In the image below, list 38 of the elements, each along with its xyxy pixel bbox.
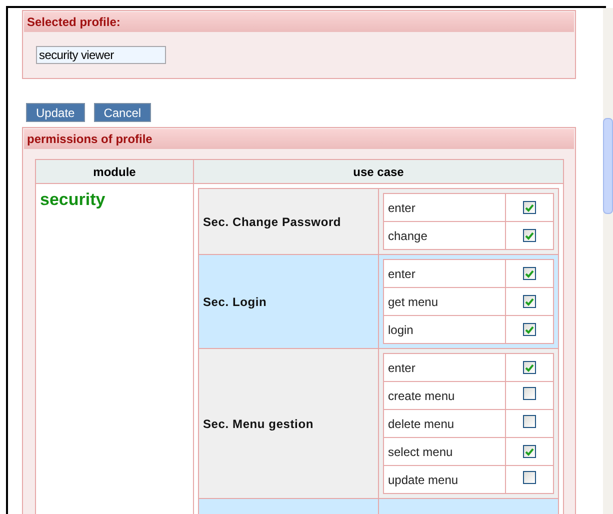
use-case-cell: Sec. Change Password [198, 188, 378, 254]
checkmark-icon [525, 364, 534, 372]
permission-cell: create menu [384, 382, 506, 410]
permission-cell: enter [384, 354, 506, 382]
action-button[interactable]: Cancel [94, 103, 152, 122]
checkbox[interactable] [523, 323, 536, 336]
permission-cell: get menu [384, 288, 506, 316]
profile-name-field[interactable]: security viewer [36, 46, 166, 64]
checkmark-icon [525, 326, 534, 334]
panel-title: permissions of profile [27, 131, 152, 148]
checkmark-icon [525, 204, 534, 212]
checkbox[interactable] [523, 201, 536, 214]
permission-cell: update menu [384, 466, 506, 494]
permission-cell: change [384, 222, 506, 250]
checkbox[interactable] [523, 295, 536, 308]
permission-cell: delete menu [384, 410, 506, 438]
checkbox[interactable] [523, 267, 536, 280]
column-header: module [36, 160, 194, 184]
checkmark-icon [525, 270, 534, 278]
checkbox[interactable] [523, 414, 536, 428]
column-header: use case [194, 160, 564, 184]
permission-cell: login [384, 316, 506, 344]
checkbox[interactable] [523, 470, 536, 484]
action-button[interactable]: Update [26, 103, 85, 122]
checkbox[interactable] [523, 361, 536, 374]
checkbox[interactable] [523, 386, 536, 400]
checkbox[interactable] [523, 229, 536, 242]
checkmark-icon [525, 232, 534, 240]
scrollbar[interactable] [603, 8, 613, 514]
checkmark-icon [525, 298, 534, 306]
module-name: security [40, 190, 106, 209]
permission-cell: enter [384, 194, 506, 222]
checkbox[interactable] [523, 445, 536, 458]
scrollbar-thumb[interactable] [603, 118, 613, 214]
panel-title: Selected profile: [27, 14, 120, 31]
permission-cell: select menu [384, 438, 506, 466]
checkmark-icon [525, 448, 534, 456]
permission-cell: enter [384, 260, 506, 288]
